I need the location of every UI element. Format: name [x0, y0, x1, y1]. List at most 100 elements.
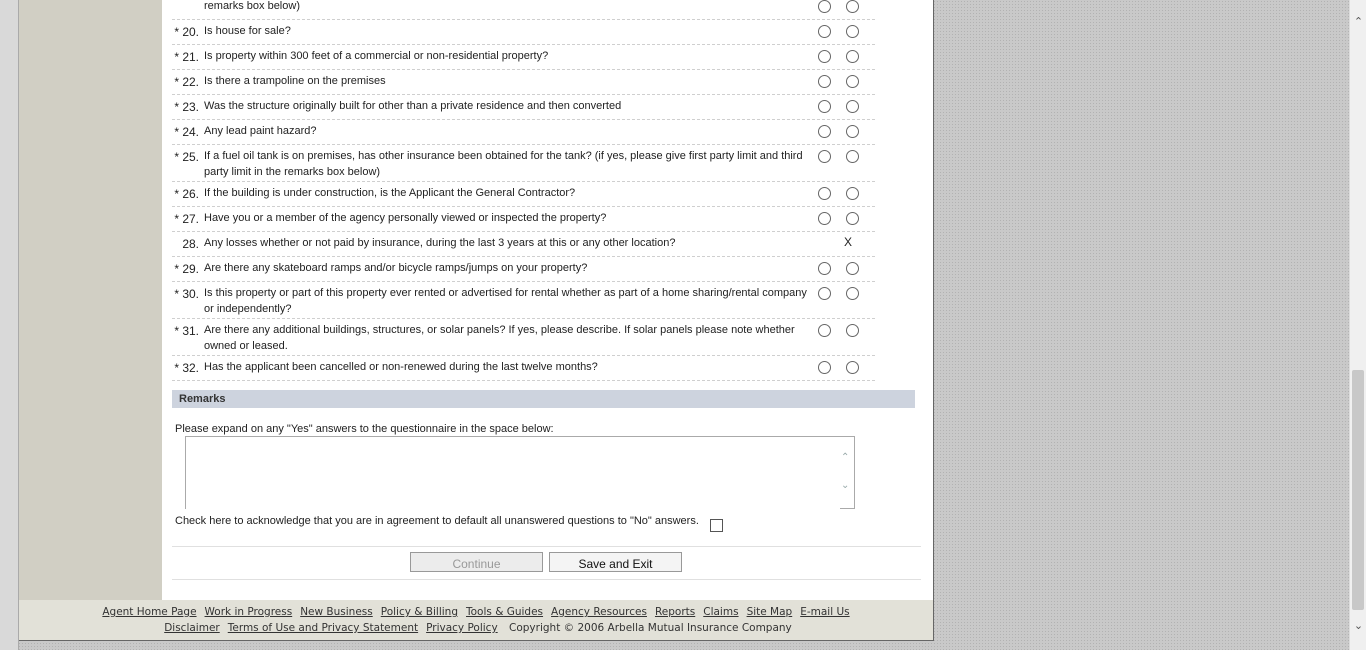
- footer-link[interactable]: Policy & Billing: [381, 606, 458, 618]
- question-text: Is property within 300 feet of a commerc…: [204, 50, 549, 62]
- question-row: remarks box below): [172, 0, 875, 20]
- question-text: Is there a trampoline on the premises: [204, 75, 386, 87]
- footer-link[interactable]: Disclaimer: [164, 622, 220, 634]
- question-number: * 27.: [174, 212, 199, 226]
- divider: [172, 579, 921, 580]
- no-radio[interactable]: [846, 0, 859, 13]
- footer-link[interactable]: E-mail Us: [800, 606, 849, 618]
- question-number: * 20.: [174, 25, 199, 39]
- question-number: * 30.: [174, 287, 199, 301]
- question-text: Are there any additional buildings, stru…: [204, 324, 795, 352]
- remarks-textarea[interactable]: [186, 437, 840, 510]
- left-sidebar-column: [19, 0, 162, 600]
- footer-link[interactable]: Work in Progress: [205, 606, 293, 618]
- no-radio[interactable]: [846, 50, 859, 63]
- question-row: * 21. Is property within 300 feet of a co…: [172, 44, 875, 70]
- acknowledge-label: Check here to acknowledge that you are i…: [175, 515, 699, 527]
- scroll-down-arrow-icon[interactable]: ⌄: [1350, 618, 1366, 634]
- footer-link[interactable]: Agency Resources: [551, 606, 647, 618]
- no-radio[interactable]: [846, 212, 859, 225]
- footer-link[interactable]: New Business: [300, 606, 373, 618]
- question-text: Any lead paint hazard?: [204, 125, 317, 137]
- no-radio[interactable]: [846, 361, 859, 374]
- question-row: * 30. Is this property or part of this pr…: [172, 281, 875, 319]
- scroll-up-icon[interactable]: ⌃: [841, 452, 851, 463]
- scroll-down-icon[interactable]: ⌄: [841, 480, 851, 491]
- question-number: * 26.: [174, 187, 199, 201]
- question-number: * 31.: [174, 324, 199, 338]
- yes-radio[interactable]: [818, 287, 831, 300]
- yes-radio[interactable]: [818, 25, 831, 38]
- page-scrollbar[interactable]: ⌃ ⌄: [1349, 0, 1366, 650]
- question-text: Are there any skateboard ramps and/or bi…: [204, 262, 588, 274]
- no-radio[interactable]: [846, 150, 859, 163]
- scrollbar-thumb[interactable]: [1352, 370, 1364, 610]
- question-text: Any losses whether or not paid by insura…: [204, 237, 676, 249]
- answer-mark: X: [844, 235, 853, 249]
- yes-radio[interactable]: [818, 361, 831, 374]
- acknowledge-checkbox[interactable]: [710, 519, 723, 532]
- footer-link[interactable]: Tools & Guides: [466, 606, 543, 618]
- window-left-edge: [0, 0, 19, 650]
- save-and-exit-button[interactable]: Save and Exit: [549, 552, 682, 572]
- footer-link[interactable]: Reports: [655, 606, 695, 618]
- yes-radio[interactable]: [818, 50, 831, 63]
- yes-radio[interactable]: [818, 75, 831, 88]
- continue-button[interactable]: Continue: [410, 552, 543, 572]
- footer-link[interactable]: Site Map: [747, 606, 793, 618]
- question-number: * 32.: [174, 361, 199, 375]
- yes-radio[interactable]: [818, 100, 831, 113]
- footer: Agent Home Page Work in Progress New Busin…: [19, 600, 933, 640]
- no-radio[interactable]: [846, 262, 859, 275]
- question-row: * 25. If a fuel oil tank is on premises, …: [172, 144, 875, 182]
- question-text: Is house for sale?: [204, 25, 291, 37]
- question-row: * 24. Any lead paint hazard?: [172, 119, 875, 145]
- questionnaire-content: remarks box below) * 20. Is house for sale…: [162, 0, 933, 600]
- yes-radio[interactable]: [818, 187, 831, 200]
- footer-nav-links: Agent Home Page Work in Progress New Busin…: [19, 606, 933, 618]
- footer-link[interactable]: Privacy Policy: [426, 622, 498, 634]
- question-number: 28.: [182, 237, 199, 251]
- question-row: 28. Any losses whether or not paid by ins…: [172, 231, 875, 257]
- footer-link[interactable]: Agent Home Page: [102, 606, 196, 618]
- no-radio[interactable]: [846, 100, 859, 113]
- yes-radio[interactable]: [818, 324, 831, 337]
- yes-radio[interactable]: [818, 212, 831, 225]
- no-radio[interactable]: [846, 187, 859, 200]
- question-row: * 22. Is there a trampoline on the premis…: [172, 69, 875, 95]
- question-number: * 21.: [174, 50, 199, 64]
- no-radio[interactable]: [846, 25, 859, 38]
- question-text: remarks box below): [204, 0, 300, 12]
- question-number: * 25.: [174, 150, 199, 164]
- question-text: Has the applicant been cancelled or non-…: [204, 361, 598, 373]
- question-number: * 29.: [174, 262, 199, 276]
- no-radio[interactable]: [846, 125, 859, 138]
- yes-radio[interactable]: [818, 262, 831, 275]
- question-row: * 27. Have you or a member of the agency …: [172, 206, 875, 232]
- question-text: Have you or a member of the agency perso…: [204, 212, 607, 224]
- question-row: * 23. Was the structure originally built …: [172, 94, 875, 120]
- question-text: If a fuel oil tank is on premises, has o…: [204, 150, 803, 178]
- remarks-textarea-container: ⌃ ⌄: [185, 436, 855, 510]
- question-row: * 31. Are there any additional buildings,…: [172, 318, 875, 356]
- footer-link[interactable]: Terms of Use and Privacy Statement: [228, 622, 418, 634]
- yes-radio[interactable]: [818, 0, 831, 13]
- footer-legal-links: Disclaimer Terms of Use and Privacy State…: [19, 622, 933, 634]
- no-radio[interactable]: [846, 287, 859, 300]
- scroll-up-arrow-icon[interactable]: ⌃: [1350, 14, 1366, 30]
- page-container: remarks box below) * 20. Is house for sale…: [19, 0, 934, 641]
- question-text: Is this property or part of this propert…: [204, 287, 807, 315]
- question-row: * 20. Is house for sale?: [172, 19, 875, 45]
- question-text: If the building is under construction, i…: [204, 187, 576, 199]
- yes-radio[interactable]: [818, 150, 831, 163]
- question-number: * 22.: [174, 75, 199, 89]
- question-number: * 23.: [174, 100, 199, 114]
- divider: [172, 546, 921, 547]
- remarks-section-header: Remarks: [172, 390, 915, 408]
- no-radio[interactable]: [846, 324, 859, 337]
- question-text: Was the structure originally built for o…: [204, 100, 622, 112]
- footer-link[interactable]: Claims: [703, 606, 738, 618]
- no-radio[interactable]: [846, 75, 859, 88]
- copyright-text: Copyright © 2006 Arbella Mutual Insuranc…: [509, 622, 792, 634]
- yes-radio[interactable]: [818, 125, 831, 138]
